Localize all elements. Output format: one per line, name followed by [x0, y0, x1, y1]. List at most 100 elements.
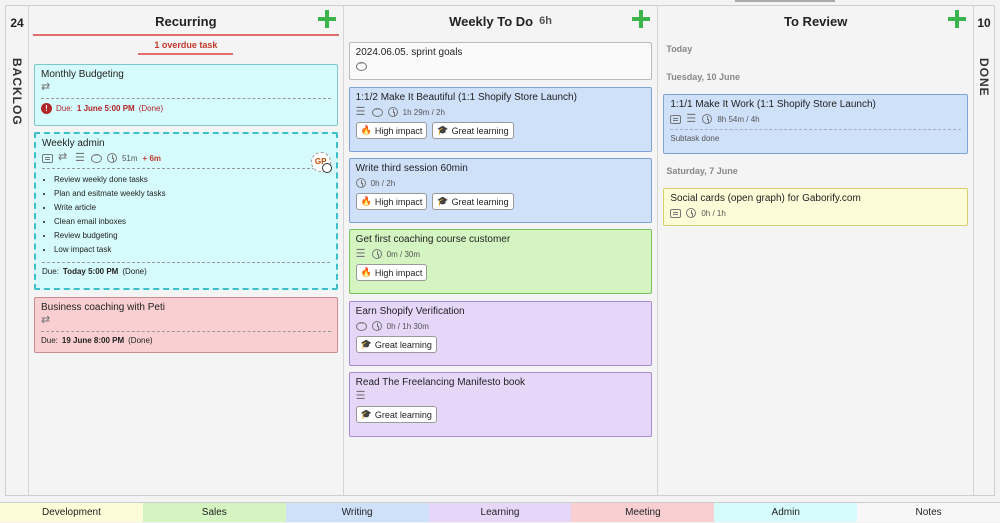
- graduation-cap-icon: 🎓: [437, 196, 449, 206]
- repeat-icon: [41, 80, 53, 93]
- card-title: Weekly admin: [41, 138, 105, 149]
- card-coaching-customer[interactable]: Get first coaching course customer 0m / …: [348, 229, 653, 294]
- card-make-it-work[interactable]: 1:1/1 Make It Work (1:1 Shopify Store La…: [663, 94, 969, 154]
- card-title: Business coaching with Peti: [40, 302, 165, 313]
- comment-icon: [371, 105, 383, 117]
- section-today: Today: [666, 44, 693, 54]
- repeat-icon: [58, 150, 70, 163]
- section-tuesday: Tuesday, 10 June: [666, 72, 741, 82]
- add-card-button[interactable]: [631, 9, 651, 29]
- category-notes[interactable]: Notes: [857, 503, 1000, 522]
- tag-great-learning[interactable]: 🎓 Great learning: [355, 336, 437, 353]
- tag-great-learning[interactable]: 🎓 Great learning: [432, 122, 514, 139]
- category-learning[interactable]: Learning: [428, 503, 572, 522]
- add-card-button[interactable]: [317, 9, 337, 29]
- card-title: Social cards (open graph) for Gaborify.c…: [670, 193, 861, 204]
- column-title: Recurring: [155, 13, 217, 29]
- column-header-weekly: Weekly To Do 6h: [343, 6, 658, 36]
- card-sprint-goals[interactable]: 2024.06.05. sprint goals: [348, 42, 653, 80]
- backlog-rail[interactable]: 24 BACKLOG: [6, 6, 29, 495]
- clock-icon: [686, 208, 697, 218]
- category-writing[interactable]: Writing: [285, 503, 429, 522]
- done-rail[interactable]: 10 DONE: [973, 6, 995, 495]
- card-due: Due: 19 June 8:00 PM (Done): [40, 336, 153, 345]
- column-to-review: To Review Today Tuesday, 10 June 1:1/1 M…: [658, 6, 974, 495]
- avatar[interactable]: GP: [310, 152, 332, 173]
- card-title: 1:1/2 Make It Beautiful (1:1 Shopify Sto…: [355, 92, 577, 103]
- done-count: 10: [977, 16, 991, 30]
- card-due: ! Due: 1 June 5:00 PM (Done): [40, 103, 331, 114]
- list-item[interactable]: Write article: [54, 201, 330, 215]
- fire-icon: 🔥: [360, 125, 372, 135]
- tag-high-impact[interactable]: 🔥 High impact: [355, 193, 428, 210]
- card-title: Read The Freelancing Manifesto book: [355, 377, 526, 388]
- list-item[interactable]: Review weekly done tasks: [54, 173, 330, 187]
- backlog-label[interactable]: BACKLOG: [10, 58, 24, 126]
- column-title: Weekly To Do: [449, 13, 534, 29]
- warning-icon: !: [40, 103, 52, 114]
- category-admin[interactable]: Admin: [714, 503, 858, 522]
- card-monthly-budgeting[interactable]: Monthly Budgeting ! Due: 1 June 5:00 PM …: [33, 64, 338, 126]
- comment-icon: [355, 59, 367, 71]
- graduation-cap-icon: 🎓: [360, 409, 372, 419]
- done-label[interactable]: DONE: [977, 58, 991, 97]
- card-title: 1:1/1 Make It Work (1:1 Shopify Store La…: [670, 99, 876, 110]
- top-scroll-indicator: [735, 0, 835, 2]
- column-header-recurring: Recurring: [28, 6, 343, 36]
- list-item[interactable]: Clean email inboxes: [54, 215, 330, 229]
- card-title: 2024.06.05. sprint goals: [355, 47, 463, 58]
- list-item[interactable]: Low impact task: [54, 243, 330, 257]
- card-note: Subtask done: [670, 134, 720, 143]
- category-footer: Development Sales Writing Learning Meeti…: [0, 502, 1000, 522]
- note-icon: [670, 208, 682, 218]
- checklist-icon: [75, 151, 86, 164]
- tag-high-impact[interactable]: 🔥 High impact: [355, 264, 428, 281]
- checklist-icon: [356, 389, 367, 402]
- checklist-icon: [686, 112, 697, 125]
- comment-icon: [90, 151, 102, 163]
- category-sales[interactable]: Sales: [142, 503, 286, 522]
- fire-icon: 🔥: [360, 196, 372, 206]
- fire-icon: 🔥: [360, 267, 372, 277]
- list-item[interactable]: Review budgeting: [54, 229, 330, 243]
- section-saturday: Saturday, 7 June: [666, 166, 738, 176]
- list-item[interactable]: Plan and esitmate weekly tasks: [54, 187, 330, 201]
- card-make-it-beautiful[interactable]: 1:1/2 Make It Beautiful (1:1 Shopify Sto…: [348, 87, 653, 152]
- card-due: Due: Today 5:00 PM (Done): [41, 267, 147, 276]
- clock-icon: [702, 114, 713, 124]
- card-business-coaching[interactable]: Business coaching with Peti Due: 19 June…: [33, 297, 338, 353]
- card-title: Write third session 60min: [355, 163, 468, 174]
- graduation-cap-icon: 🎓: [360, 339, 372, 349]
- overdue-indicator[interactable]: 1 overdue task: [29, 40, 343, 55]
- note-icon: [41, 153, 53, 163]
- backlog-count: 24: [10, 16, 24, 30]
- card-shopify-verification[interactable]: Earn Shopify Verification 0h / 1h 30m 🎓G…: [348, 301, 653, 366]
- column-header-review: To Review: [658, 6, 974, 36]
- add-card-button[interactable]: [947, 9, 967, 29]
- card-social-cards[interactable]: Social cards (open graph) for Gaborify.c…: [663, 188, 969, 226]
- repeat-icon: [41, 313, 53, 326]
- clock-icon: [387, 107, 398, 117]
- clock-icon: [355, 178, 366, 188]
- column-title: To Review: [784, 13, 848, 29]
- category-development[interactable]: Development: [0, 503, 143, 522]
- card-freelancing-book[interactable]: Read The Freelancing Manifesto book 🎓Gre…: [348, 372, 653, 437]
- card-title: Monthly Budgeting: [40, 69, 124, 80]
- tag-great-learning[interactable]: 🎓 Great learning: [432, 193, 514, 210]
- checklist-icon: [356, 105, 367, 118]
- category-meeting[interactable]: Meeting: [571, 503, 715, 522]
- overdue-divider: [32, 34, 339, 36]
- kanban-board: 24 BACKLOG Recurring 1 overdue task Mont…: [5, 5, 995, 496]
- clock-icon: [106, 153, 117, 163]
- column-hours: 6h: [539, 15, 552, 27]
- note-icon: [670, 114, 682, 124]
- card-weekly-admin[interactable]: Weekly admin 51m + 6m GP Review weekly d…: [33, 132, 338, 290]
- tag-high-impact[interactable]: 🔥 High impact: [355, 122, 428, 139]
- card-write-session[interactable]: Write third session 60min 0h / 2h 🔥 High …: [348, 158, 653, 223]
- card-title: Earn Shopify Verification: [355, 306, 465, 317]
- checklist-icon: [356, 247, 367, 260]
- subtask-list: Review weekly done tasks Plan and esitma…: [54, 173, 330, 257]
- clock-icon: [371, 321, 382, 331]
- tag-great-learning[interactable]: 🎓 Great learning: [355, 406, 437, 423]
- clock-icon: [371, 249, 382, 259]
